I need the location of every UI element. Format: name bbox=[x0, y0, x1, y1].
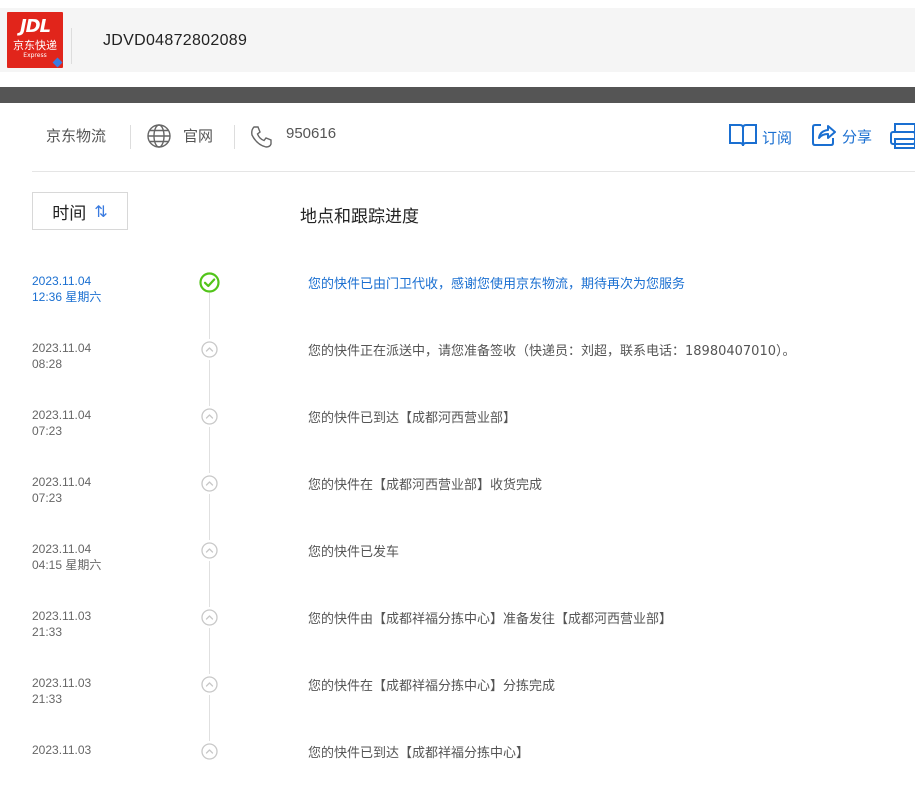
event-time-line: 04:15 星期六 bbox=[32, 557, 101, 573]
event-datetime: 2023.11.04 04:15 星期六 bbox=[32, 541, 101, 573]
event-description: 您的快件正在派送中，请您准备签收（快递员：刘超，联系电话：18980407010… bbox=[308, 344, 796, 359]
jdl-express-logo[interactable]: JDL 京东快递 Express bbox=[7, 12, 63, 68]
event-date: 2023.11.03 bbox=[32, 676, 92, 690]
event-datetime: 2023.11.04 12:36 星期六 bbox=[32, 273, 101, 305]
event-description: 您的快件由【成都祥福分拣中心】准备发往【成都河西营业部】 bbox=[308, 612, 673, 627]
time-sort-label: 时间 bbox=[52, 203, 87, 224]
event-date: 2023.11.04 bbox=[32, 408, 92, 422]
check-circle-icon bbox=[199, 272, 220, 293]
globe-icon bbox=[146, 123, 172, 153]
chevron-up-circle-icon bbox=[199, 741, 220, 762]
top-header: JDL 京东快递 Express JDVD04872802089 bbox=[0, 8, 915, 72]
phone-icon bbox=[248, 124, 274, 154]
event-time: 12:36 bbox=[32, 290, 63, 304]
carrier-name: 京东物流 bbox=[46, 127, 107, 145]
event-description: 您的快件已由门卫代收，感谢您使用京东物流，期待再次为您服务 bbox=[308, 277, 686, 292]
event-date: 2023.11.04 bbox=[32, 341, 92, 355]
event-time: 21:33 bbox=[32, 625, 63, 639]
timeline-event: 2023.11.04 08:28 您的快件正在派送中，请您准备签收（快递员：刘超，联… bbox=[0, 327, 915, 394]
chevron-up-circle-icon bbox=[199, 607, 220, 628]
event-date: 2023.11.03 bbox=[32, 743, 92, 757]
timeline-event: 2023.11.03 21:33 您的快件在【成都祥福分拣中心】分拣完成 bbox=[0, 662, 915, 729]
progress-column-title: 地点和跟踪进度 bbox=[300, 207, 419, 227]
logo-name-cn: 京东快递 bbox=[13, 39, 57, 52]
book-icon bbox=[728, 121, 758, 153]
event-description: 您的快件在【成都河西营业部】收货完成 bbox=[308, 478, 543, 493]
sort-icon: ⇅ bbox=[94, 201, 108, 221]
timeline-event: 2023.11.04 04:15 星期六 您的快件已发车 bbox=[0, 528, 915, 595]
chevron-up-circle-icon bbox=[199, 339, 220, 360]
carrier-info-row: 京东物流 官网 950616 订阅 分享 bbox=[0, 103, 915, 171]
event-datetime: 2023.11.03 21:33 bbox=[32, 675, 91, 707]
event-time: 07:23 bbox=[32, 491, 63, 505]
event-description: 您的快件在【成都祥福分拣中心】分拣完成 bbox=[308, 679, 556, 694]
tracking-number: JDVD04872802089 bbox=[103, 32, 248, 49]
event-time-line: 07:23 bbox=[32, 490, 91, 506]
official-site-link[interactable]: 官网 bbox=[183, 125, 213, 146]
event-date: 2023.11.04 bbox=[32, 542, 92, 556]
event-time: 21:33 bbox=[32, 692, 63, 706]
event-datetime: 2023.11.04 07:23 bbox=[32, 407, 91, 439]
subscribe-button[interactable]: 订阅 bbox=[728, 121, 792, 153]
event-weekday: 星期六 bbox=[65, 558, 102, 572]
time-sort-button[interactable]: 时间 ⇅ bbox=[32, 192, 128, 230]
event-time-line: 21:33 bbox=[32, 691, 91, 707]
event-description: 您的快件已发车 bbox=[308, 545, 400, 560]
timeline-event: 2023.11.04 12:36 星期六 您的快件已由门卫代收，感谢您使用京东物流，… bbox=[0, 260, 915, 327]
timeline-event: 2023.11.04 07:23 您的快件在【成都河西营业部】收货完成 bbox=[0, 461, 915, 528]
separator bbox=[130, 125, 131, 149]
event-weekday: 星期六 bbox=[65, 290, 102, 304]
event-time: 07:23 bbox=[32, 424, 63, 438]
chevron-up-circle-icon bbox=[199, 406, 220, 427]
service-phone: 950616 bbox=[286, 125, 337, 142]
event-date: 2023.11.04 bbox=[32, 475, 92, 489]
event-time-line: 07:23 bbox=[32, 423, 91, 439]
header-band bbox=[0, 87, 915, 103]
event-time-line: 08:28 bbox=[32, 356, 91, 372]
event-date: 2023.11.03 bbox=[32, 609, 92, 623]
share-button[interactable]: 分享 bbox=[811, 121, 872, 151]
event-datetime: 2023.11.03 bbox=[32, 742, 91, 758]
event-description: 您的快件已到达【成都河西营业部】 bbox=[308, 411, 517, 426]
event-time-line: 12:36 星期六 bbox=[32, 289, 101, 305]
separator bbox=[234, 125, 235, 149]
header-divider bbox=[71, 28, 72, 64]
share-icon bbox=[811, 121, 837, 151]
event-description: 您的快件已到达【成都祥福分拣中心】 bbox=[308, 746, 530, 761]
subscribe-label: 订阅 bbox=[762, 128, 793, 147]
event-datetime: 2023.11.03 21:33 bbox=[32, 608, 91, 640]
print-icon[interactable] bbox=[889, 121, 915, 155]
timeline-event: 2023.11.03 21:33 您的快件由【成都祥福分拣中心】准备发往【成都河西营… bbox=[0, 595, 915, 662]
event-time: 04:15 bbox=[32, 558, 63, 572]
event-date: 2023.11.04 bbox=[32, 274, 92, 288]
event-datetime: 2023.11.04 07:23 bbox=[32, 474, 91, 506]
logo-brand: JDL bbox=[19, 16, 51, 37]
share-label: 分享 bbox=[842, 127, 873, 146]
event-datetime: 2023.11.04 08:28 bbox=[32, 340, 91, 372]
event-time-line: 21:33 bbox=[32, 624, 91, 640]
timeline-event: 2023.11.03 您的快件已到达【成都祥福分拣中心】 bbox=[0, 729, 915, 796]
timeline-event: 2023.11.04 07:23 您的快件已到达【成都河西营业部】 bbox=[0, 394, 915, 461]
chevron-up-circle-icon bbox=[199, 540, 220, 561]
chevron-up-circle-icon bbox=[199, 674, 220, 695]
divider bbox=[32, 171, 915, 172]
chevron-up-circle-icon bbox=[199, 473, 220, 494]
event-time: 08:28 bbox=[32, 357, 63, 371]
